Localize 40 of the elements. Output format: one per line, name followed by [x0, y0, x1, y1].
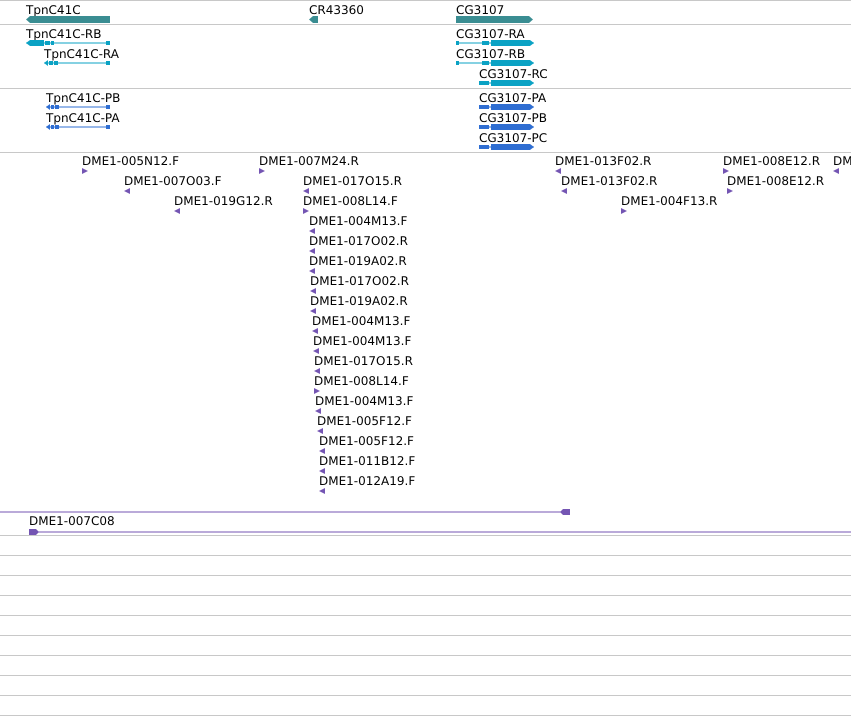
feature-label: DME1-017O02.R: [309, 234, 408, 248]
feature-label: DME1-004M13.F: [312, 314, 410, 328]
feature-label: TpnC41C-RB: [26, 27, 102, 41]
feature-label: CG3107-PB: [479, 111, 548, 125]
feature-label: DME1-013F02.R: [555, 154, 652, 168]
feature-label: DME1-012A19.F: [319, 474, 416, 488]
feature-label: CG3107: [456, 3, 504, 17]
feature-label: DME1-004F13.R: [621, 194, 718, 208]
feature-label: DME1-008L14.F: [303, 194, 398, 208]
feature-label: DME1-017O15.R: [303, 174, 402, 188]
feature-label: DME1-011B12.F: [319, 454, 416, 468]
feature-label: DME1-004M13.F: [309, 214, 408, 228]
feature-label: DME1-005F12.F: [319, 434, 414, 448]
feature-label: DME1-019A02.R: [309, 254, 407, 268]
feature-label: TpnC41C-RA: [44, 47, 119, 61]
feature-label: TpnC41C: [26, 3, 81, 17]
feature-label: DME1-007O03.F: [124, 174, 222, 188]
feature-label: DME1-008E12.R: [723, 154, 820, 168]
feature-label: DME1-017O02.R: [310, 274, 409, 288]
feature-label: TpnC41C-PA: [46, 111, 120, 125]
feature-label: DME1-007M24.R: [259, 154, 359, 168]
feature-label: DME1-005N12.F: [82, 154, 180, 168]
feature-label: DME1-008L14.F: [314, 374, 409, 388]
feature-label: CR43360: [309, 3, 364, 17]
feature-label: DM: [833, 154, 851, 168]
feature-label: DME1-017O15.R: [314, 354, 413, 368]
feature-label: DME1-004M13.F: [315, 394, 414, 408]
feature-label: CG3107-RC: [479, 67, 548, 81]
feature-label: CG3107-PC: [479, 131, 548, 145]
feature-label: CG3107-RA: [456, 27, 525, 41]
feature-label: DME1-004M13.F: [313, 334, 412, 348]
feature-label: CG3107-PA: [479, 91, 546, 105]
feature-label: TpnC41C-PB: [46, 91, 120, 105]
feature-label: DME1-019A02.R: [310, 294, 408, 308]
feature-label: DME1-007C08: [29, 514, 115, 528]
feature-label: DME1-008E12.R: [727, 174, 824, 188]
feature-label: DME1-019G12.R: [174, 194, 273, 208]
feature-label: DME1-013F02.R: [561, 174, 658, 188]
feature-label: CG3107-RB: [456, 47, 526, 61]
feature-label: DME1-005F12.F: [317, 414, 412, 428]
